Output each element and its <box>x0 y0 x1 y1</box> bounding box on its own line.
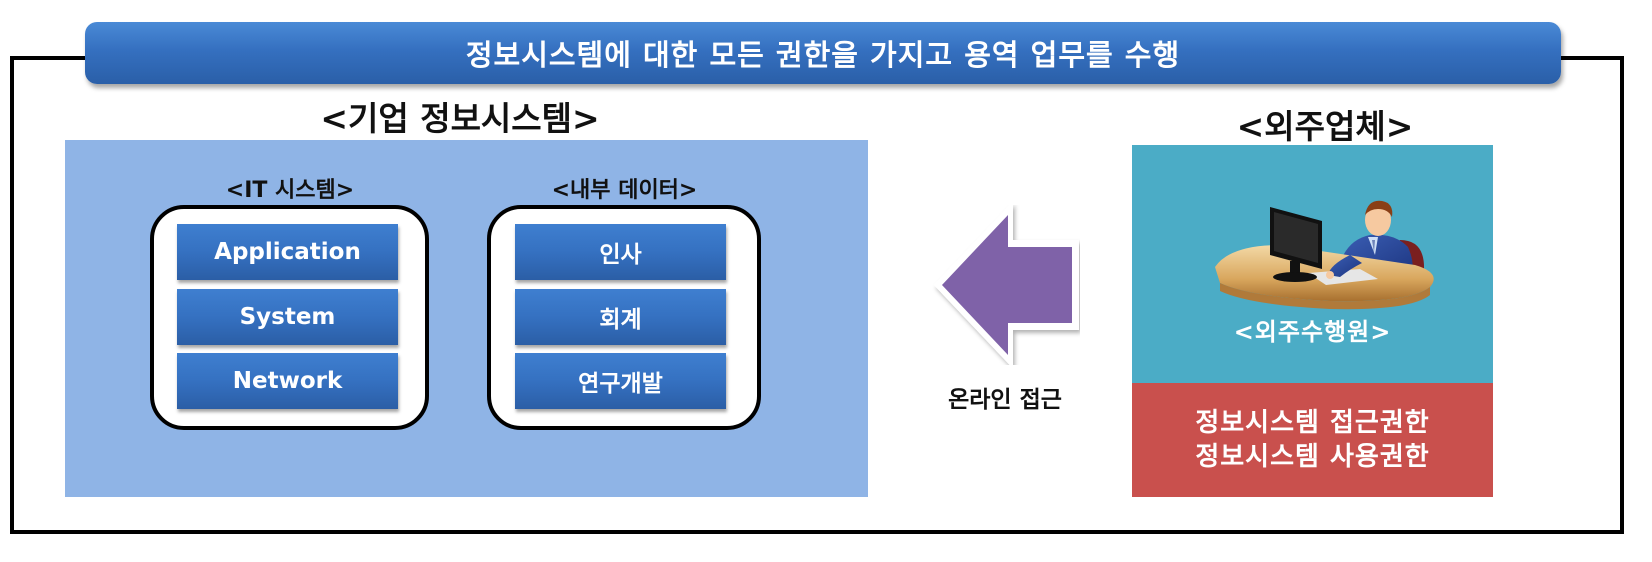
item-label: 인사 <box>599 242 642 268</box>
it-system-group: Application System Network <box>150 205 429 430</box>
left-arrow-icon <box>933 205 1079 365</box>
item-label: 회계 <box>599 307 642 333</box>
outsourced-worker-label: <외주수행원> <box>1233 318 1392 346</box>
top-banner: 정보시스템에 대한 모든 권한을 가지고 용역 업무를 수행 <box>85 22 1561 84</box>
person-at-computer-desk-icon <box>1215 200 1434 310</box>
permissions-panel: 정보시스템 접근권한 정보시스템 사용권한 <box>1132 383 1493 497</box>
item-label: Application <box>214 239 361 265</box>
permission-usage: 정보시스템 사용권한 <box>1195 442 1430 472</box>
data-item-rnd: 연구개발 <box>515 353 726 409</box>
it-item-system: System <box>177 289 398 345</box>
vendor-title: <외주업체> <box>1236 107 1414 146</box>
internal-data-title: <내부 데이터> <box>551 178 698 203</box>
internal-data-group: 인사 회계 연구개발 <box>487 205 761 430</box>
it-system-title: <IT 시스템> <box>225 178 355 203</box>
item-label: 연구개발 <box>578 371 663 397</box>
data-item-hr: 인사 <box>515 224 726 280</box>
item-label: Network <box>232 368 343 394</box>
it-item-network: Network <box>177 353 398 409</box>
enterprise-title: <기업 정보시스템> <box>320 99 600 138</box>
it-item-application: Application <box>177 224 398 280</box>
item-label: System <box>239 304 336 330</box>
banner-text: 정보시스템에 대한 모든 권한을 가지고 용역 업무를 수행 <box>465 38 1181 72</box>
online-access-label: 온라인 접근 <box>948 387 1062 413</box>
data-item-accounting: 회계 <box>515 289 726 345</box>
permission-access: 정보시스템 접근권한 <box>1195 408 1430 438</box>
